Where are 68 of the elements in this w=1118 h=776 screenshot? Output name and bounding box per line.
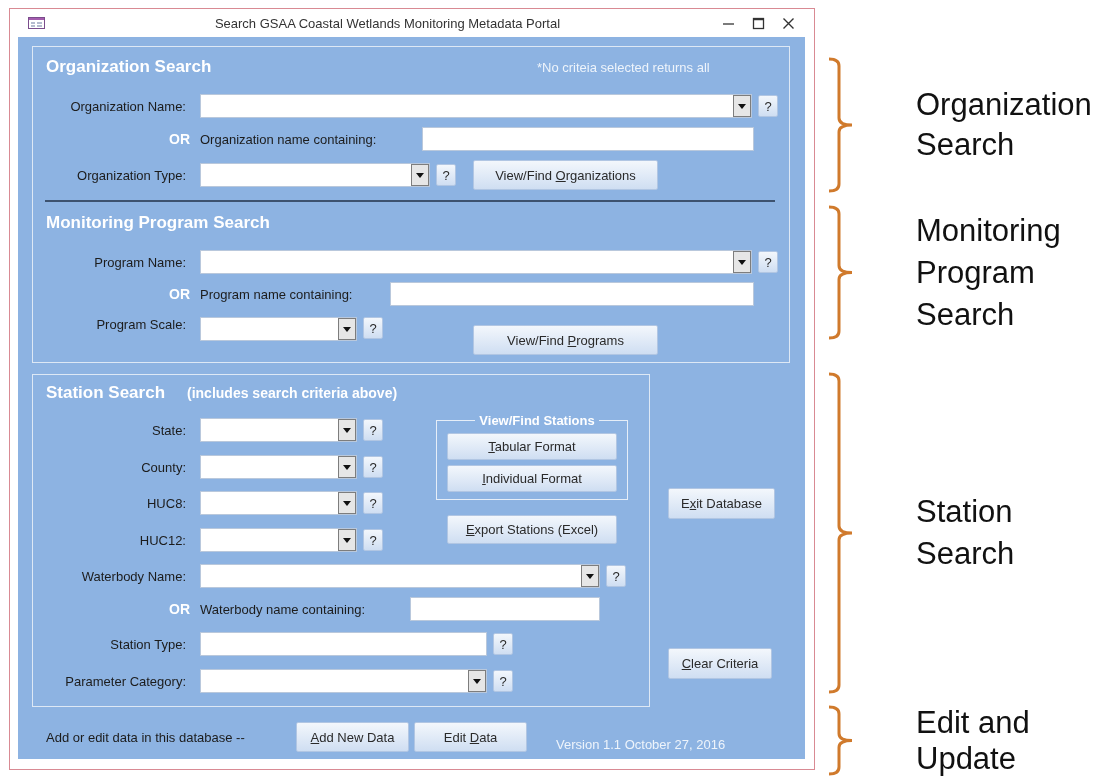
dropdown-field[interactable]	[200, 163, 430, 187]
version-text: Version 1.1 October 27, 2016	[556, 737, 726, 752]
maximize-icon[interactable]	[752, 16, 765, 30]
field-label: Parameter Category:	[64, 673, 186, 689]
view-stations-button[interactable]: Tabular Format	[447, 433, 617, 460]
help-button[interactable]: ?	[606, 565, 626, 587]
help-button[interactable]: ?	[758, 251, 778, 273]
view-stations-button[interactable]: Individual Format	[447, 465, 617, 492]
dropdown-field[interactable]	[200, 250, 752, 274]
section-title: Monitoring Program Search	[46, 213, 271, 233]
dropdown-field[interactable]	[200, 564, 600, 588]
help-button[interactable]: ?	[363, 492, 383, 514]
annotation-label: Monitoring Program Search	[916, 211, 1062, 334]
section-title: Organization Search	[46, 57, 213, 77]
window-title: Search GSAA Coastal Wetlands Monitoring Metadata Portal	[213, 15, 562, 31]
help-button[interactable]: ?	[363, 456, 383, 478]
help-button[interactable]: ?	[493, 670, 513, 692]
annotation-label: Edit and Update	[916, 704, 1031, 776]
help-button[interactable]: ?	[758, 95, 778, 117]
exit-button[interactable]: Exit Database	[668, 488, 775, 519]
text-field[interactable]	[200, 632, 487, 656]
field-label: Organization Name:	[69, 98, 186, 114]
help-button[interactable]: ?	[493, 633, 513, 655]
field-label: Waterbody name containing:	[200, 601, 366, 617]
help-button[interactable]: ?	[363, 529, 383, 551]
section-subtitle: (includes search criteria above)	[187, 385, 398, 401]
field-label: HUC8:	[146, 495, 186, 511]
field-label: Program name containing:	[200, 286, 354, 302]
export-button[interactable]: Export Stations (Excel)	[447, 515, 617, 544]
dropdown-field[interactable]	[200, 528, 357, 552]
view-organizations-button[interactable]: View/Find Organizations	[473, 160, 658, 190]
dropdown-field[interactable]	[200, 317, 357, 341]
field-label: Organization Type:	[76, 167, 186, 183]
dropdown-field[interactable]	[200, 418, 357, 442]
text-field[interactable]	[422, 127, 754, 151]
dropdown-field[interactable]	[200, 491, 357, 515]
curly-brace	[828, 705, 854, 776]
form-icon	[28, 17, 45, 29]
data-button[interactable]: Edit Data	[414, 722, 527, 752]
group-title: View/Find Stations	[478, 413, 596, 428]
dropdown-field[interactable]	[200, 455, 357, 479]
close-icon[interactable]	[782, 16, 795, 30]
view-programs-button[interactable]: View/Find Programs	[473, 325, 658, 355]
data-button[interactable]: Add New Data	[296, 722, 409, 752]
annotation-label: Station Search	[916, 493, 1016, 573]
clear-criteria-button[interactable]: Clear Criteria	[668, 648, 772, 679]
footer-text: Add or edit data in this database --	[46, 729, 246, 745]
or-label: OR	[168, 601, 190, 617]
field-label: Program Scale:	[95, 317, 186, 332]
section-title: Station Search	[46, 383, 167, 403]
text-field[interactable]	[410, 597, 600, 621]
field-label: Program Name:	[93, 254, 186, 270]
field-label: Station Type:	[109, 636, 186, 652]
field-label: Organization name containing:	[200, 131, 378, 147]
text-field[interactable]	[390, 282, 754, 306]
field-label: County:	[140, 459, 186, 475]
annotation-label: Organization Search	[916, 86, 1093, 164]
hint-text: *No criteia selected returns all	[537, 60, 710, 75]
field-label: HUC12:	[138, 532, 186, 548]
dropdown-field[interactable]	[200, 669, 487, 693]
or-label: OR	[168, 131, 190, 147]
or-label: OR	[168, 286, 190, 302]
help-button[interactable]: ?	[363, 317, 383, 339]
dropdown-field[interactable]	[200, 94, 752, 118]
field-label: State:	[151, 422, 186, 438]
field-label: Waterbody Name:	[80, 568, 186, 584]
help-button[interactable]: ?	[436, 164, 456, 186]
help-button[interactable]: ?	[363, 419, 383, 441]
